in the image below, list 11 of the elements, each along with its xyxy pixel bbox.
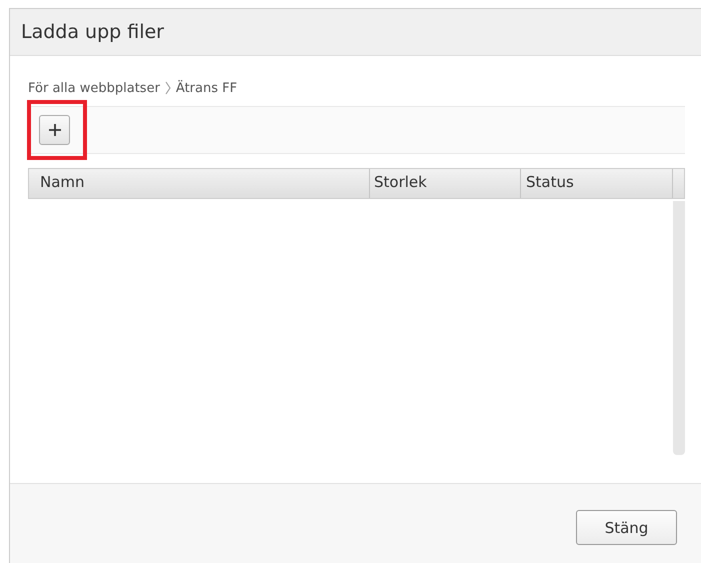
window-title: Ladda upp filer [21,21,164,43]
breadcrumb-item[interactable]: För alla webbplatser [28,80,160,96]
close-button[interactable]: Stäng [576,510,677,545]
column-header[interactable]: Namn [29,169,370,198]
column-header[interactable]: Status [521,169,673,198]
add-button[interactable] [39,115,70,145]
scrollbar[interactable] [673,201,685,455]
breadcrumb-item[interactable]: Ätrans FF [176,80,238,96]
plus-icon [48,123,62,137]
column-header[interactable]: Storlek [370,169,521,198]
chevron-icon [164,81,172,95]
